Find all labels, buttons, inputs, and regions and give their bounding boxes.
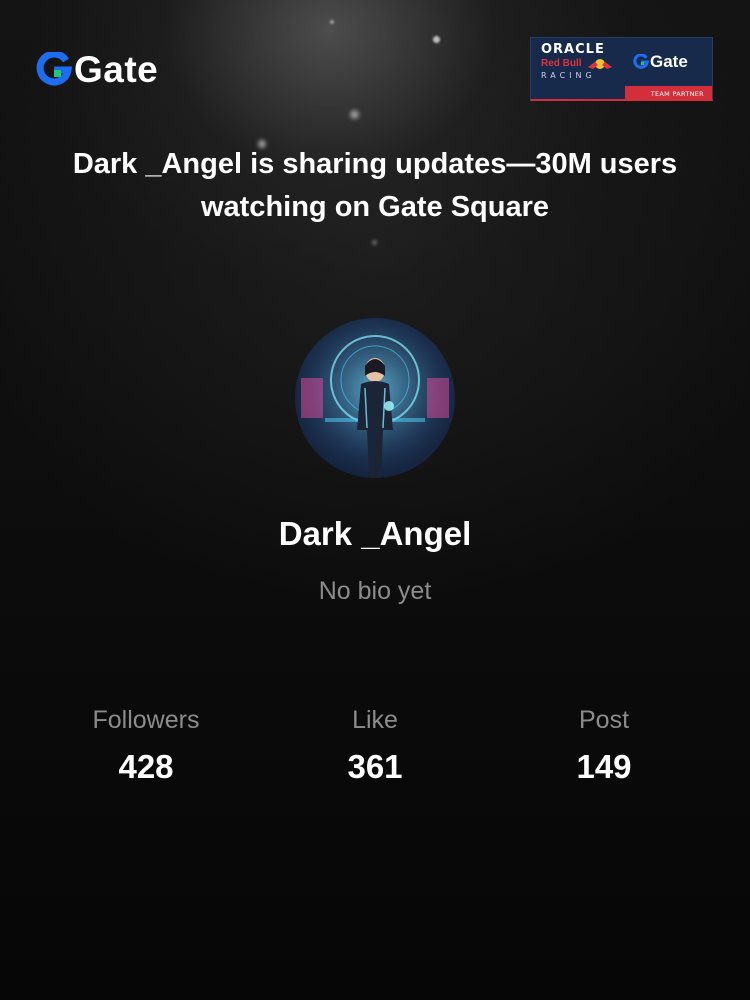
stat-value: 361 xyxy=(347,748,403,785)
stat-value: 149 xyxy=(576,748,632,785)
profile-username: Dark _Angel xyxy=(278,515,472,552)
sparkle xyxy=(330,20,334,24)
badge-gate-wordmark: Gate xyxy=(650,52,688,71)
badge-racing-text: RACING xyxy=(541,71,596,80)
stat-value: 428 xyxy=(118,748,174,785)
gate-logo-icon xyxy=(36,52,72,86)
user-avatar-image xyxy=(295,318,455,478)
stat-post[interactable]: Post 149 xyxy=(504,703,704,786)
gate-wordmark: Gate xyxy=(74,49,159,90)
badge-gate-logo: Gate xyxy=(633,52,688,72)
avatar[interactable] xyxy=(295,318,455,478)
gate-logo[interactable]: Gate xyxy=(36,50,158,90)
badge-team-partner-text: TEAM PARTNER xyxy=(650,90,704,98)
stat-label: Followers xyxy=(92,706,200,734)
profile-bio: No bio yet xyxy=(318,577,432,605)
stat-like[interactable]: Like 361 xyxy=(275,703,475,786)
sparkle xyxy=(350,110,359,119)
stat-label: Like xyxy=(352,706,398,734)
stat-followers[interactable]: Followers 428 xyxy=(46,703,246,786)
badge-redbull-text: Red Bull xyxy=(541,58,582,69)
badge-oracle-text: ORACLE xyxy=(541,42,605,57)
gate-logo-icon xyxy=(633,54,649,69)
stat-label: Post xyxy=(578,706,630,734)
sparkle xyxy=(372,240,377,245)
share-headline: Dark _Angel is sharing updates—30M users… xyxy=(72,148,678,223)
sparkle xyxy=(433,36,440,43)
team-partner-badge: ORACLE Red Bull RACING Gate TEAM PARTNER xyxy=(530,37,713,101)
red-bull-icon xyxy=(588,59,612,69)
